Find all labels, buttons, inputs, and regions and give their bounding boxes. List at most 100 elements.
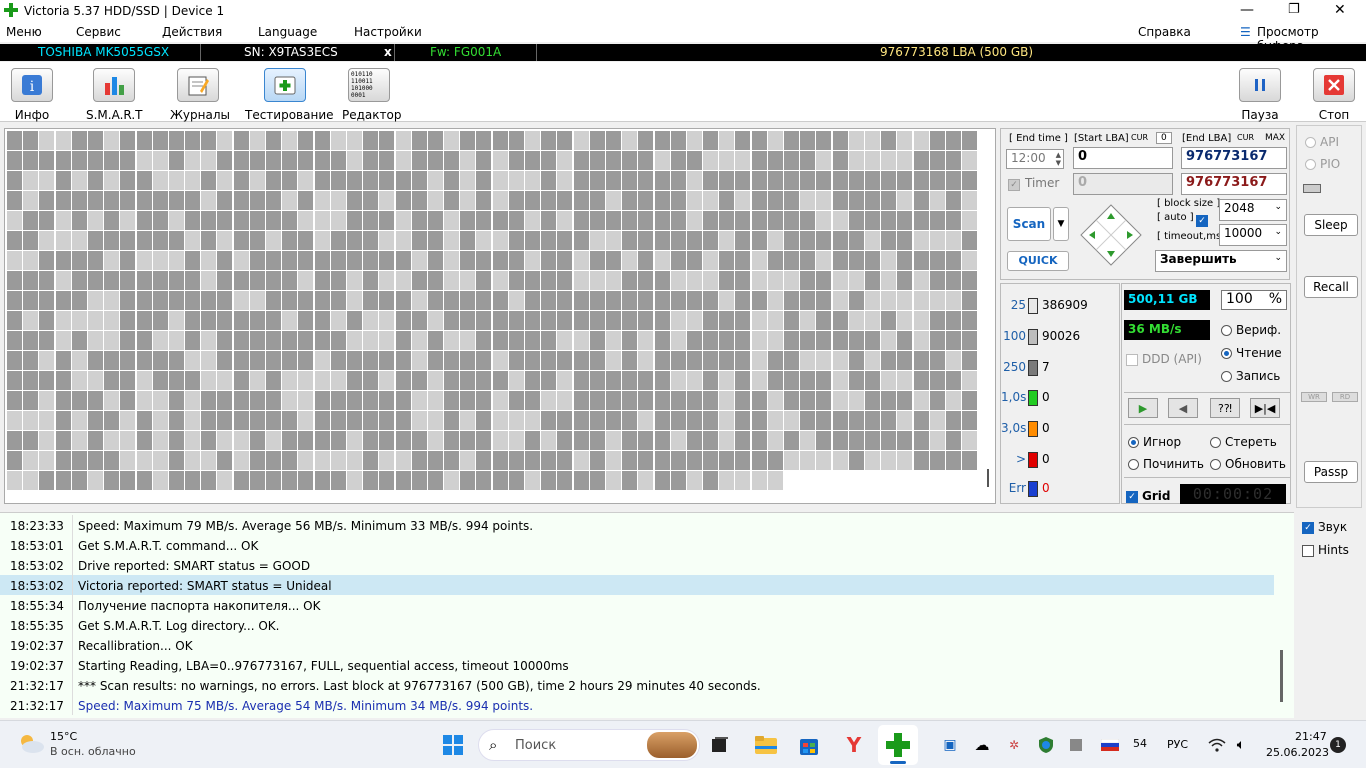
log-row[interactable]: 18:53:02 Drive reported: SMART status = G…: [0, 555, 1274, 575]
menu-item-language[interactable]: Language: [258, 25, 317, 39]
ignore-radio[interactable]: Игнор: [1128, 435, 1181, 449]
recall-button[interactable]: Recall: [1304, 276, 1358, 298]
scan-block: [136, 131, 152, 150]
log-scrollbar-thumb[interactable]: [1280, 650, 1283, 702]
cur2-label[interactable]: CUR: [1237, 133, 1254, 142]
log-row[interactable]: 21:32:17 Speed: Maximum 75 MB/s. Average …: [0, 695, 1274, 715]
notification-badge[interactable]: 1: [1330, 737, 1346, 753]
scan-block: [411, 271, 427, 290]
log-row[interactable]: 21:32:17 *** Scan results: no warnings, n…: [0, 675, 1274, 695]
wifi-icon[interactable]: [1205, 733, 1229, 757]
minimize-button[interactable]: —: [1240, 2, 1254, 18]
scan-button[interactable]: Scan: [1007, 207, 1051, 241]
log-row[interactable]: 18:55:35 Get S.M.A.R.T. Log directory... …: [0, 615, 1274, 635]
pio-radio[interactable]: PIO: [1305, 157, 1340, 171]
security-shield-icon[interactable]: [1034, 733, 1058, 757]
volume-icon[interactable]: 🔈︎: [1229, 733, 1253, 757]
verify-radio[interactable]: Вериф.: [1221, 323, 1281, 337]
rewind-button[interactable]: ◀: [1168, 398, 1198, 418]
hints-checkbox[interactable]: Hints: [1302, 543, 1349, 557]
clock-time[interactable]: 21:47: [1295, 730, 1327, 743]
scan-dropdown-icon[interactable]: ▼: [1053, 207, 1069, 241]
skip-unknown-button[interactable]: ?⁈: [1210, 398, 1240, 418]
refresh-radio[interactable]: Обновить: [1210, 457, 1286, 471]
file-explorer-icon[interactable]: [754, 733, 778, 757]
smart-button[interactable]: S.M.A.R.T: [86, 68, 142, 122]
tray-count[interactable]: 54: [1133, 737, 1147, 750]
grid-scrollbar[interactable]: [987, 469, 989, 487]
testing-button[interactable]: Тестирование: [245, 68, 334, 122]
menu-item-actions[interactable]: Действия: [162, 25, 222, 39]
direction-pad[interactable]: [1079, 203, 1143, 267]
repair-radio[interactable]: Починить: [1128, 457, 1204, 471]
end-lba-current[interactable]: 976773167: [1181, 173, 1287, 195]
scan-block: [233, 131, 249, 150]
scan-block: [298, 131, 314, 150]
log-row[interactable]: 18:53:02 Victoria reported: SMART status …: [0, 575, 1274, 595]
api-radio[interactable]: API: [1305, 135, 1339, 149]
info-button[interactable]: i Инфо: [10, 68, 54, 122]
auto-checkbox[interactable]: ✓: [1196, 213, 1212, 227]
scan-block: [168, 251, 184, 270]
ddd-checkbox[interactable]: DDD (API): [1126, 352, 1202, 366]
log-row[interactable]: 18:55:34 Получение паспорта накопителя...…: [0, 595, 1274, 615]
event-log[interactable]: 18:23:33 Speed: Maximum 79 MB/s. Average …: [0, 512, 1294, 718]
menu-item-help[interactable]: Справка: [1138, 25, 1191, 39]
monitor-tray-icon[interactable]: ▣: [938, 733, 962, 757]
pause-button[interactable]: Пауза: [1238, 68, 1282, 122]
erase-radio[interactable]: Стереть: [1210, 435, 1277, 449]
close-button[interactable]: ✕: [1334, 2, 1346, 18]
finish-action-select[interactable]: Завершить ⌄: [1155, 250, 1287, 272]
max-label[interactable]: MAX: [1265, 133, 1285, 143]
end-lba-input[interactable]: 976773167: [1181, 147, 1287, 169]
yandex-browser-icon[interactable]: Y: [842, 733, 866, 757]
write-radio[interactable]: Запись: [1221, 369, 1280, 383]
task-view-icon[interactable]: [708, 733, 732, 757]
start-lba-input[interactable]: 0: [1073, 147, 1173, 169]
weather-desc[interactable]: В осн. облачно: [50, 745, 136, 758]
menu-item-service[interactable]: Сервис: [76, 25, 121, 39]
log-row[interactable]: 18:23:33 Speed: Maximum 79 MB/s. Average …: [0, 515, 1274, 535]
input-language[interactable]: РУС: [1167, 738, 1188, 751]
play-button[interactable]: ▶: [1128, 398, 1158, 418]
clock-date[interactable]: 25.06.2023: [1266, 746, 1329, 759]
log-row[interactable]: 18:53:01 Get S.M.A.R.T. command... OK: [0, 535, 1274, 555]
sound-checkbox[interactable]: ✓ Звук: [1302, 520, 1347, 534]
weather-temp[interactable]: 15°C: [50, 730, 77, 743]
russian-flag-icon[interactable]: [1098, 733, 1122, 757]
grid-checkbox[interactable]: ✓ Grid: [1126, 489, 1170, 503]
device-bar[interactable]: TOSHIBA MK5055GSX SN: X9TAS3ECS x Fw: FG…: [0, 44, 1366, 61]
weather-cloud-icon[interactable]: [16, 731, 46, 755]
tray-box-icon[interactable]: [1064, 733, 1088, 757]
scan-block: [654, 231, 670, 250]
log-row[interactable]: 19:02:37 Recallibration... OK: [0, 635, 1274, 655]
scan-block: [573, 131, 589, 150]
scan-block: [848, 191, 864, 210]
timer-input[interactable]: 0: [1073, 173, 1173, 195]
onedrive-cloud-icon[interactable]: ☁: [970, 733, 994, 757]
store-icon[interactable]: [797, 733, 821, 757]
latency-stats-panel: 25 386909 100 90026 250 7 1,0s 0 3,0s 0 >0 Err 0: [1000, 283, 1120, 504]
log-row[interactable]: 19:02:37 Starting Reading, LBA=0..9767731…: [0, 655, 1274, 675]
maximize-button[interactable]: ❐: [1288, 2, 1300, 17]
timeout-select[interactable]: 10000 ⌄: [1219, 224, 1287, 246]
quick-button[interactable]: QUICK: [1007, 251, 1069, 271]
taskbar-search[interactable]: ⌕ Поиск: [478, 729, 700, 761]
read-radio[interactable]: Чтение: [1221, 346, 1282, 360]
windows-start-icon[interactable]: [441, 733, 465, 757]
scan-block: [784, 171, 799, 190]
scan-block: [622, 331, 638, 350]
victoria-taskbar-button[interactable]: [878, 725, 918, 765]
editor-button[interactable]: 010110 110011 101000 0001 Редактор: [342, 68, 401, 122]
block-size-select[interactable]: 2048 ⌄: [1219, 199, 1287, 221]
tray-app-icon[interactable]: ✲: [1002, 733, 1026, 757]
logs-button[interactable]: Журналы: [170, 68, 230, 122]
stop-button[interactable]: Стоп: [1312, 68, 1356, 122]
menu-item-settings[interactable]: Настройки: [354, 25, 422, 39]
end-time-input[interactable]: 12:00 ▲ ▼: [1006, 149, 1064, 169]
menu-item-menu[interactable]: Меню: [6, 25, 42, 39]
seek-end-button[interactable]: ▶|◀: [1250, 398, 1280, 418]
sleep-button[interactable]: Sleep: [1304, 214, 1358, 236]
timer-checkbox[interactable]: ✓: [1008, 177, 1024, 191]
passp-button[interactable]: Passp: [1304, 461, 1358, 483]
